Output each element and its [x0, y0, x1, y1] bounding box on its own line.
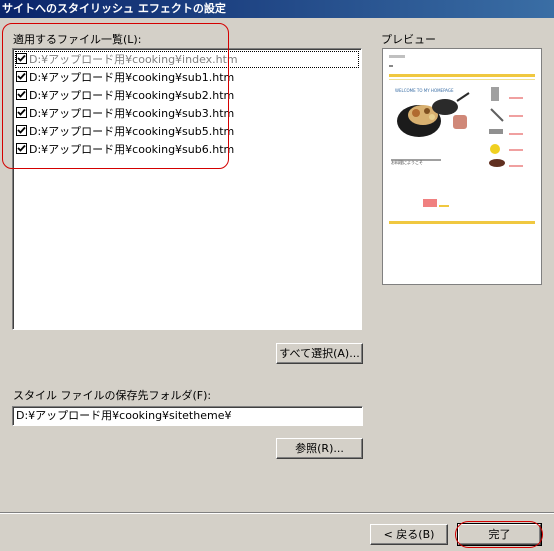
- list-item-sub1[interactable]: D:¥アップロード用¥cooking¥sub1.htm: [15, 69, 359, 86]
- preview-label: プレビュー: [381, 33, 436, 46]
- file-list-label: 適用するファイル一覧(L):: [13, 33, 142, 46]
- list-item-sub5[interactable]: D:¥アップロード用¥cooking¥sub5.htm: [15, 123, 359, 140]
- footer-divider: [0, 512, 554, 514]
- list-item-sub2[interactable]: D:¥アップロード用¥cooking¥sub2.htm: [15, 87, 359, 104]
- back-button[interactable]: < 戻る(B): [370, 524, 448, 545]
- list-item-index[interactable]: D:¥アップロード用¥cooking¥index.htm: [15, 51, 359, 68]
- checkbox[interactable]: [16, 125, 27, 136]
- preview-image: [383, 49, 541, 284]
- list-item-label: D:¥アップロード用¥cooking¥sub2.htm: [29, 89, 235, 102]
- file-listbox[interactable]: D:¥アップロード用¥cooking¥index.htm D:¥アップロード用¥…: [12, 48, 362, 330]
- window-title: サイトへのスタイリッシュ エフェクトの設定: [0, 0, 554, 18]
- list-item-label: D:¥アップロード用¥cooking¥sub5.htm: [29, 125, 235, 138]
- finish-button[interactable]: 完了: [457, 523, 542, 546]
- style-folder-input[interactable]: D:¥アップロード用¥cooking¥sitetheme¥: [12, 406, 363, 426]
- preview-banner: WELCOME TO MY HOMEPAGE: [395, 88, 454, 93]
- list-item-sub6[interactable]: D:¥アップロード用¥cooking¥sub6.htm: [15, 141, 359, 158]
- checkbox[interactable]: [16, 89, 27, 100]
- preview-body-text: お料理にようこそ: [391, 160, 423, 165]
- style-folder-label: スタイル ファイルの保存先フォルダ(F):: [13, 389, 212, 402]
- checkbox[interactable]: [16, 71, 27, 82]
- browse-button[interactable]: 参照(R)...: [276, 438, 363, 459]
- list-item-label: D:¥アップロード用¥cooking¥sub1.htm: [29, 71, 235, 84]
- checkbox[interactable]: [16, 107, 27, 118]
- list-item-label: D:¥アップロード用¥cooking¥index.htm: [29, 53, 238, 66]
- list-item-label: D:¥アップロード用¥cooking¥sub3.htm: [29, 107, 235, 120]
- select-all-button[interactable]: すべて選択(A)...: [276, 343, 363, 364]
- list-item-sub3[interactable]: D:¥アップロード用¥cooking¥sub3.htm: [15, 105, 359, 122]
- list-item-label: D:¥アップロード用¥cooking¥sub6.htm: [29, 143, 235, 156]
- checkbox[interactable]: [16, 143, 27, 154]
- preview-pane: WELCOME TO MY HOMEPAGE お料理にようこそ: [382, 48, 542, 285]
- checkbox[interactable]: [16, 53, 27, 64]
